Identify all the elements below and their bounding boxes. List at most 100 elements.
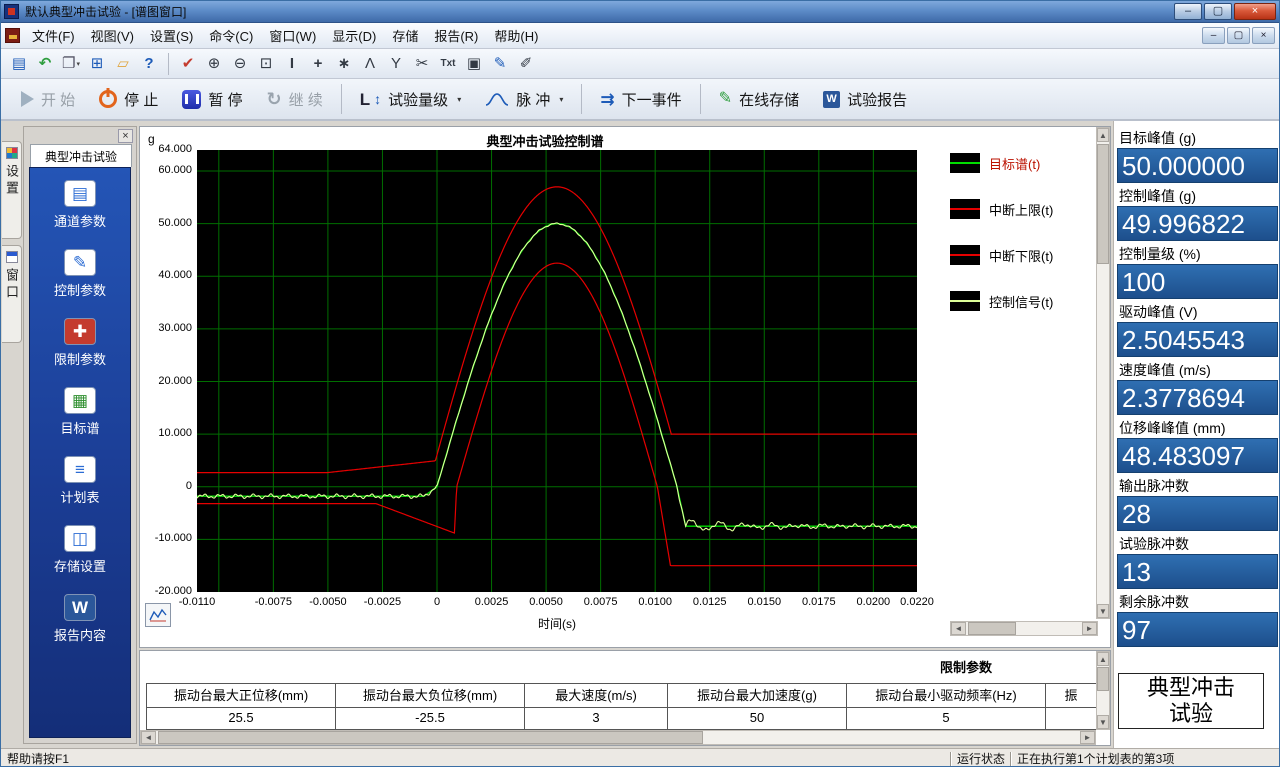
menu-item[interactable]: 命令(C) — [201, 23, 261, 48]
scrollbar-track[interactable] — [156, 731, 1080, 744]
sidebar-item-schedule[interactable]: ≡计划表 — [60, 456, 99, 506]
annotate-icon[interactable]: ✐ — [514, 52, 538, 76]
mdi-child-buttons: – ▢ × — [1202, 27, 1275, 44]
icon-glyph: W — [72, 599, 88, 616]
legend-item[interactable]: 中断上限(t) — [950, 199, 1095, 219]
start-button[interactable]: 开 始 — [11, 84, 85, 115]
table-vertical-scrollbar[interactable]: ▲ ▼ — [1096, 651, 1110, 730]
cut-icon[interactable]: ✂ — [410, 52, 434, 76]
single-cursor-icon[interactable]: Λ — [358, 52, 382, 76]
legend-swatch — [950, 291, 980, 311]
legend-label: 目标谱(t) — [989, 154, 1040, 173]
icon-glyph: ≡ — [75, 461, 85, 478]
chart-title: 典型冲击试验控制谱 — [140, 131, 950, 150]
maximize-button[interactable]: ▢ — [1204, 3, 1232, 20]
next-event-button[interactable]: ⇉ 下一事件 — [590, 84, 691, 115]
menu-item[interactable]: 窗口(W) — [261, 23, 324, 48]
continue-button[interactable]: ↻ 继 续 — [257, 84, 333, 115]
menu-item[interactable]: 文件(F) — [24, 23, 83, 48]
harmonic-cursor-icon[interactable]: Y — [384, 52, 408, 76]
sidebar-item-limit-params[interactable]: ✚限制参数 — [54, 318, 106, 368]
window-icon[interactable]: ▣ — [462, 52, 486, 76]
scrollbar-thumb[interactable] — [1097, 667, 1109, 691]
chart-vertical-scrollbar[interactable]: ▲ ▼ — [1096, 127, 1110, 619]
scrollbar-thumb[interactable] — [158, 731, 703, 744]
cursor-ibeam-icon[interactable]: I — [280, 52, 304, 76]
limit-value — [1045, 708, 1097, 730]
data-grid-icon[interactable]: ⊞ — [85, 52, 109, 76]
y-tick-label: -10.000 — [142, 532, 192, 544]
sidebar-item-target-spectrum[interactable]: ▦目标谱 — [60, 387, 99, 437]
scroll-up-icon[interactable]: ▲ — [1097, 652, 1109, 666]
text-label-icon[interactable]: Txt — [436, 52, 460, 76]
x-tick-label: -0.0110 — [167, 596, 227, 608]
scrollbar-thumb[interactable] — [968, 622, 1016, 635]
sidebar-item-report-content[interactable]: W报告内容 — [54, 594, 106, 644]
x-tick-label: 0 — [407, 596, 467, 608]
sidebar-header-tab[interactable]: 典型冲击试验 — [30, 144, 132, 167]
limit-params-table: 振动台最大正位移(mm)振动台最大负位移(mm)最大速度(m/s)振动台最大加速… — [146, 683, 1097, 730]
marker-icon[interactable]: ✔ — [176, 52, 200, 76]
legend-horizontal-scrollbar[interactable]: ◄ ► — [950, 621, 1098, 636]
titlebar[interactable]: 默认典型冲击试验 - [谱图窗口] – ▢ × — [1, 1, 1279, 23]
zoom-out-icon[interactable]: ⊖ — [228, 52, 252, 76]
menu-item[interactable]: 报告(R) — [426, 23, 486, 48]
mdi-minimize-button[interactable]: – — [1202, 27, 1225, 44]
scroll-right-icon[interactable]: ► — [1082, 622, 1097, 635]
scroll-left-icon[interactable]: ◄ — [141, 731, 156, 744]
undo-icon[interactable]: ↶ — [33, 52, 57, 76]
edit-icon[interactable]: ✎ — [488, 52, 512, 76]
stop-button[interactable]: 停 止 — [89, 84, 168, 115]
scrollbar-track[interactable] — [1097, 666, 1109, 715]
menu-item[interactable]: 存储 — [384, 23, 426, 48]
tab-settings[interactable]: 设置 — [2, 141, 22, 239]
tab-window[interactable]: 窗口 — [2, 245, 22, 343]
icon-glyph: ◫ — [72, 530, 88, 547]
test-report-button[interactable]: W 试验报告 — [813, 84, 917, 115]
copy-page-icon[interactable]: ❐▾ — [59, 52, 83, 76]
zoom-box-icon[interactable]: ⊡ — [254, 52, 278, 76]
table-horizontal-scrollbar[interactable]: ◄ ► — [140, 730, 1096, 745]
scroll-right-icon[interactable]: ► — [1080, 731, 1095, 744]
scroll-left-icon[interactable]: ◄ — [951, 622, 966, 635]
sidebar-item-storage-settings[interactable]: ◫存储设置 — [54, 525, 106, 575]
star-cursor-icon[interactable]: ∗ — [332, 52, 356, 76]
mdi-restore-button[interactable]: ▢ — [1227, 27, 1250, 44]
minimize-button[interactable]: – — [1174, 3, 1202, 20]
sidebar-item-control-params[interactable]: ✎控制参数 — [54, 249, 106, 299]
menu-item[interactable]: 视图(V) — [83, 23, 142, 48]
menu-item[interactable]: 设置(S) — [142, 23, 201, 48]
mdi-close-button[interactable]: × — [1252, 27, 1275, 44]
limit-value: -25.5 — [335, 708, 525, 730]
open-folder-icon[interactable]: ▱ — [111, 52, 135, 76]
close-button[interactable]: × — [1234, 3, 1276, 20]
pulse-button[interactable]: 脉 冲 ▾ — [475, 84, 573, 115]
online-storage-label: 在线存储 — [739, 89, 799, 110]
menubar: 文件(F)视图(V)设置(S)命令(C)窗口(W)显示(D)存储报告(R)帮助(… — [1, 23, 1279, 49]
legend-item[interactable]: 中断下限(t) — [950, 245, 1095, 265]
legend-item[interactable]: 控制信号(t) — [950, 291, 1095, 311]
scrollbar-track[interactable] — [1097, 142, 1109, 604]
menu-item[interactable]: 显示(D) — [324, 23, 384, 48]
pause-button[interactable]: 暂 停 — [172, 84, 252, 115]
y-tick-label: 50.000 — [142, 217, 192, 229]
online-storage-button[interactable]: ✎ 在线存储 — [709, 84, 809, 115]
scroll-down-icon[interactable]: ▼ — [1097, 604, 1109, 618]
pause-label: 暂 停 — [208, 89, 242, 110]
scroll-up-icon[interactable]: ▲ — [1097, 128, 1109, 142]
parameter-list: 目标峰值 (g)50.000000控制峰值 (g)49.996822控制量级 (… — [1117, 127, 1278, 649]
test-level-button[interactable]: L ↕ 试验量级 ▾ — [350, 84, 471, 115]
save-icon[interactable]: ▤ — [7, 52, 31, 76]
legend-item[interactable]: 目标谱(t) — [950, 153, 1095, 173]
zoom-in-icon[interactable]: ⊕ — [202, 52, 226, 76]
scrollbar-thumb[interactable] — [1097, 144, 1109, 264]
scrollbar-track[interactable] — [966, 622, 1082, 635]
help-icon[interactable]: ? — [137, 52, 161, 76]
crosshair-icon[interactable]: + — [306, 52, 330, 76]
chart-tool-button[interactable] — [145, 603, 171, 627]
chart-plot[interactable] — [197, 150, 917, 592]
scroll-down-icon[interactable]: ▼ — [1097, 715, 1109, 729]
menu-item[interactable]: 帮助(H) — [486, 23, 546, 48]
sidebar-item-channel-params[interactable]: ▤通道参数 — [54, 180, 106, 230]
sidebar-close-icon[interactable]: × — [118, 129, 133, 143]
